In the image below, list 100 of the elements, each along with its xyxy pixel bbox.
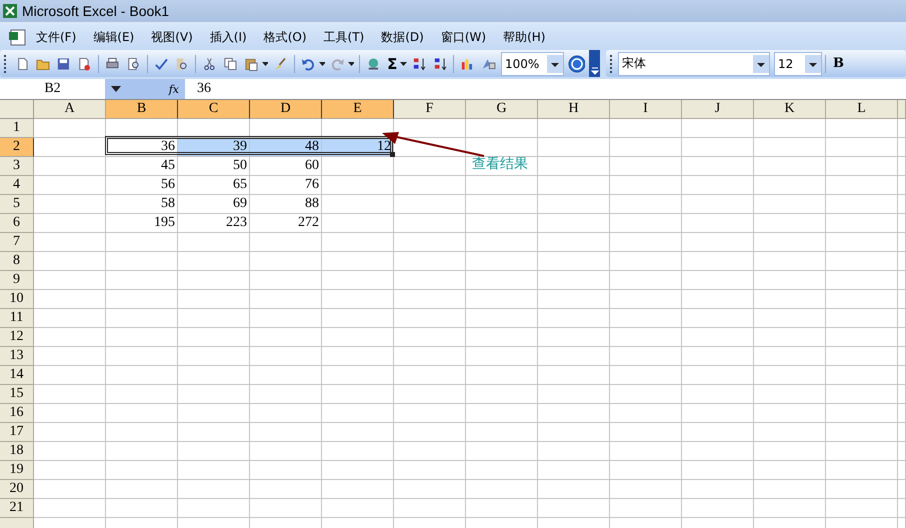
column-header[interactable]: G xyxy=(466,100,538,119)
table-cell xyxy=(826,252,898,271)
table-cell: 88 xyxy=(250,195,322,214)
table-cell xyxy=(322,404,394,423)
column-header[interactable]: H xyxy=(538,100,610,119)
print-preview-icon[interactable] xyxy=(126,56,141,72)
table-cell xyxy=(682,385,754,404)
column-header[interactable]: I xyxy=(610,100,682,119)
row-header[interactable]: 11 xyxy=(0,309,34,328)
table-cell xyxy=(826,385,898,404)
caret-icon[interactable] xyxy=(348,62,354,66)
table-cell xyxy=(610,309,682,328)
row-header[interactable]: 12 xyxy=(0,328,34,347)
toolbar-options-icon[interactable] xyxy=(588,50,600,77)
table-cell xyxy=(322,252,394,271)
row-header[interactable]: 5 xyxy=(0,195,34,214)
function-label[interactable]: fx xyxy=(168,82,179,96)
table-cell xyxy=(34,404,106,423)
row-header[interactable]: 6 xyxy=(0,214,34,233)
column-header[interactable]: B xyxy=(106,100,178,119)
table-cell xyxy=(610,347,682,366)
copy-icon[interactable] xyxy=(222,56,238,72)
row-header[interactable]: 2 xyxy=(0,138,34,157)
column-header[interactable]: L xyxy=(826,100,898,119)
row-header[interactable]: 10 xyxy=(0,290,34,309)
brush-icon[interactable] xyxy=(273,56,288,72)
row-header[interactable]: 14 xyxy=(0,366,34,385)
bold-button[interactable]: B xyxy=(833,56,844,71)
table-cell xyxy=(466,480,538,499)
save-icon[interactable] xyxy=(56,56,72,72)
table-cell xyxy=(682,347,754,366)
row-header[interactable]: 13 xyxy=(0,347,34,366)
row-header[interactable]: 1 xyxy=(0,119,34,138)
menu-item[interactable]: 数据(D) xyxy=(381,28,424,46)
autosum-button[interactable]: Σ xyxy=(387,54,398,72)
spreadsheet-app-icon xyxy=(2,3,18,19)
row-header[interactable]: 18 xyxy=(0,442,34,461)
table-cell xyxy=(394,309,466,328)
row-header[interactable]: 4 xyxy=(0,176,34,195)
row-header[interactable]: 7 xyxy=(0,233,34,252)
row-header[interactable]: 17 xyxy=(0,423,34,442)
formula-field[interactable]: 36 xyxy=(185,81,211,97)
table-cell xyxy=(250,290,322,309)
table-cell xyxy=(682,252,754,271)
row-header[interactable]: 21 xyxy=(0,499,34,518)
caret-icon[interactable] xyxy=(262,62,268,66)
column-header[interactable]: E xyxy=(322,100,394,119)
row-header[interactable]: 20 xyxy=(0,480,34,499)
column-header[interactable]: C xyxy=(178,100,250,119)
menu-item[interactable]: 文件(F) xyxy=(36,28,76,46)
table-cell xyxy=(322,290,394,309)
table-cell xyxy=(466,290,538,309)
sort-ascending-icon[interactable] xyxy=(412,56,427,72)
table-cell xyxy=(610,328,682,347)
menu-item[interactable]: 插入(I) xyxy=(210,28,247,46)
dropdown-arrow-icon[interactable] xyxy=(111,86,121,92)
table-cell xyxy=(106,233,178,252)
document-stop-icon[interactable] xyxy=(77,56,92,72)
table-cell xyxy=(610,423,682,442)
table-cell xyxy=(322,385,394,404)
menu-item[interactable]: 编辑(E) xyxy=(93,28,134,46)
name-box[interactable]: B2 xyxy=(0,81,105,97)
row-header[interactable]: 15 xyxy=(0,385,34,404)
column-header[interactable]: K xyxy=(754,100,826,119)
row-header[interactable]: 8 xyxy=(0,252,34,271)
zoom-dropdown[interactable]: 100% xyxy=(501,52,564,76)
menu-item[interactable]: 工具(T) xyxy=(324,28,364,46)
table-cell xyxy=(106,366,178,385)
table-cell xyxy=(394,252,466,271)
scissors-icon[interactable] xyxy=(202,56,217,72)
menu-item[interactable]: 视图(V) xyxy=(151,28,193,46)
table-cell xyxy=(826,328,898,347)
font-size-dropdown[interactable]: 12 xyxy=(774,52,822,76)
help-icon[interactable] xyxy=(568,54,585,72)
column-header[interactable]: A xyxy=(34,100,106,119)
row-header[interactable]: 9 xyxy=(0,271,34,290)
menu-item[interactable]: 帮助(H) xyxy=(503,28,546,46)
row-header[interactable]: 19 xyxy=(0,461,34,480)
table-cell xyxy=(106,347,178,366)
table-cell: 76 xyxy=(250,176,322,195)
research-icon[interactable] xyxy=(174,56,190,72)
column-header[interactable]: F xyxy=(394,100,466,119)
caret-icon[interactable] xyxy=(400,62,407,66)
table-cell xyxy=(178,119,250,138)
table-cell xyxy=(322,499,394,518)
table-cell xyxy=(178,366,250,385)
table-cell xyxy=(394,328,466,347)
table-cell xyxy=(538,404,610,423)
row-header[interactable]: 16 xyxy=(0,404,34,423)
sort-descending-icon[interactable] xyxy=(432,56,448,72)
column-header[interactable]: D xyxy=(250,100,322,119)
menu-item[interactable]: 窗口(W) xyxy=(440,28,486,46)
font-dropdown[interactable]: 宋体 xyxy=(618,52,770,76)
table-cell: 272 xyxy=(250,214,322,233)
row-header[interactable]: 3 xyxy=(0,157,34,176)
workbook-icon[interactable] xyxy=(8,28,28,46)
caret-icon[interactable] xyxy=(318,62,326,66)
column-header[interactable]: J xyxy=(682,100,754,119)
table-cell xyxy=(106,309,178,328)
menu-item[interactable]: 格式(O) xyxy=(264,28,307,46)
